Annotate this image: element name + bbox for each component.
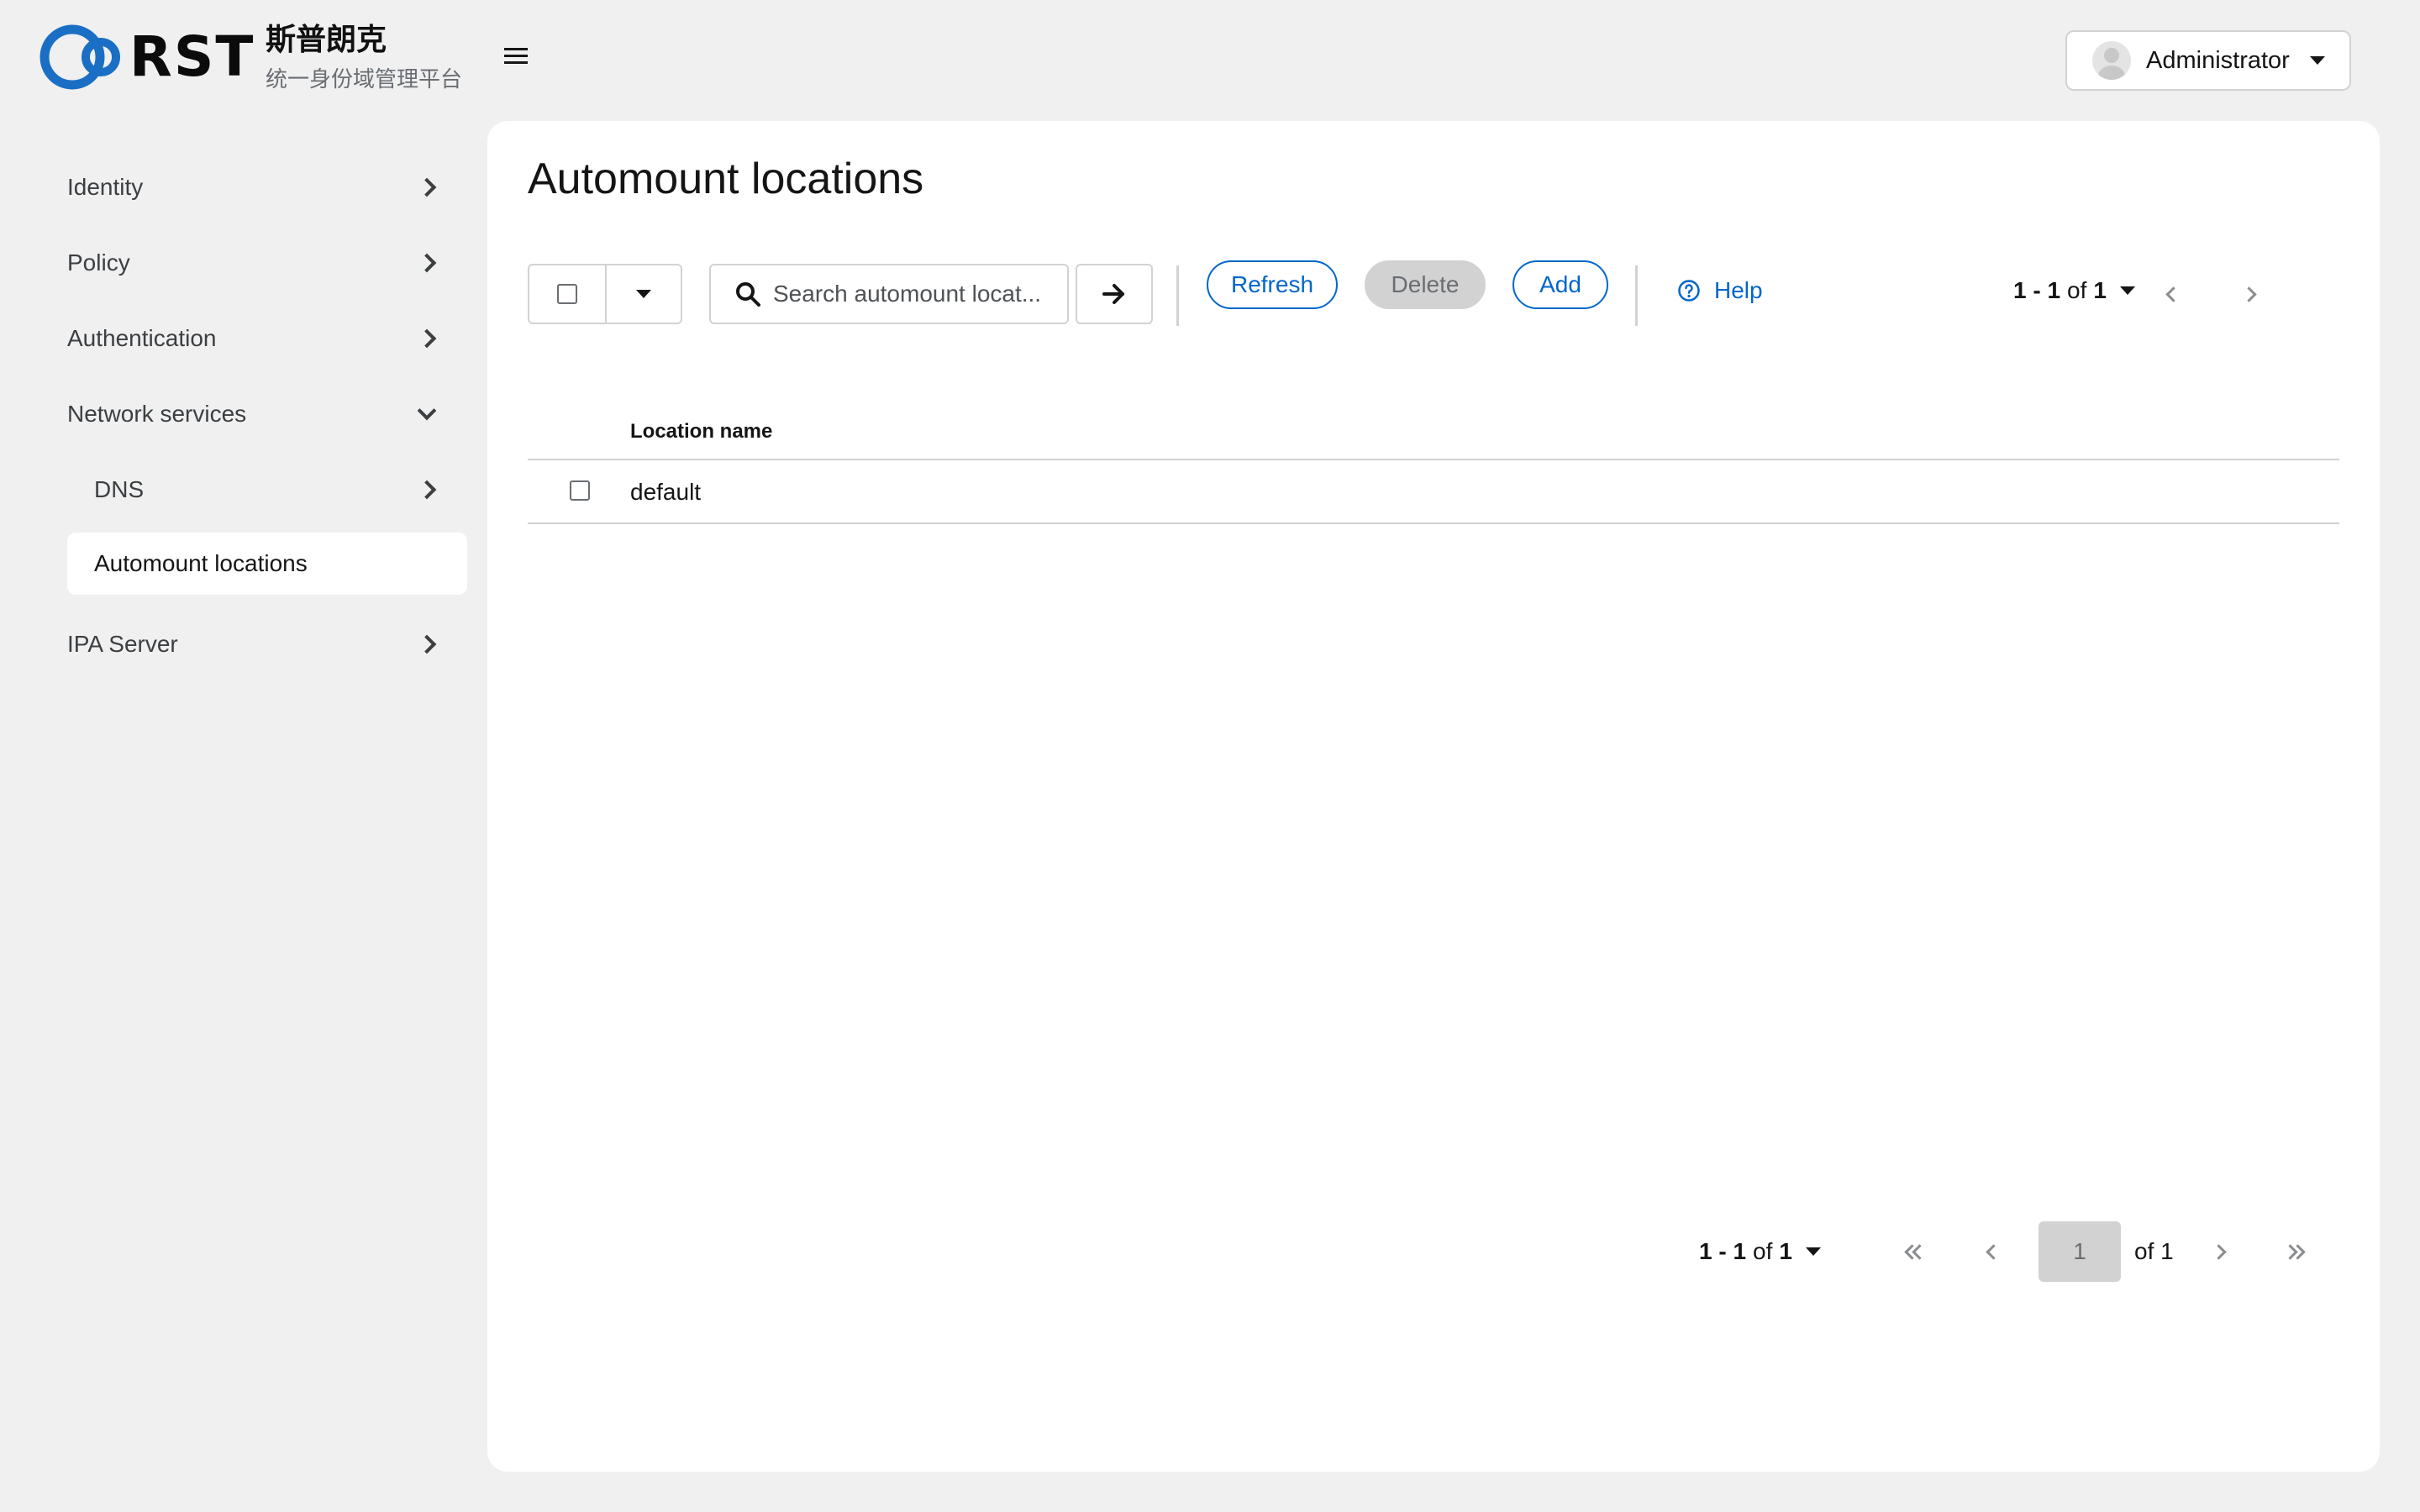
pager-of: of bbox=[2067, 277, 2087, 303]
toolbar-divider bbox=[1635, 265, 1638, 326]
pager-total: 1 bbox=[2093, 277, 2107, 303]
next-page-button[interactable] bbox=[2203, 1236, 2233, 1267]
caret-down-icon bbox=[2309, 56, 2325, 65]
chevron-right-icon bbox=[417, 177, 437, 197]
chevron-right-icon bbox=[417, 328, 437, 349]
locations-table: Location name default bbox=[528, 403, 2339, 524]
main-content: Automount locations Refresh Dele bbox=[487, 121, 2380, 1472]
search-box bbox=[709, 264, 1069, 324]
page-number-input[interactable]: 1 bbox=[2039, 1221, 2121, 1282]
sidebar-item-dns[interactable]: DNS bbox=[67, 452, 467, 528]
next-page-button[interactable] bbox=[2233, 279, 2264, 309]
sidebar-item-label: Automount locations bbox=[94, 550, 308, 576]
sidebar-item-label: Network services bbox=[67, 401, 247, 427]
page-of-total: of 1 bbox=[2134, 1238, 2174, 1264]
brand-cn-subtitle: 统一身份域管理平台 bbox=[266, 67, 463, 92]
user-name: Administrator bbox=[2146, 46, 2290, 74]
caret-down-icon bbox=[636, 290, 651, 298]
refresh-button[interactable]: Refresh bbox=[1207, 260, 1338, 309]
pager-of: of bbox=[1753, 1238, 1773, 1264]
column-header-location-name[interactable]: Location name bbox=[630, 420, 772, 444]
arrow-right-icon bbox=[1102, 284, 1124, 304]
pager-range: 1 - 1 bbox=[1699, 1238, 1747, 1264]
brand-name: RST bbox=[129, 24, 255, 89]
search-submit-button[interactable] bbox=[1076, 264, 1153, 324]
bulk-select bbox=[528, 264, 682, 324]
help-label: Help bbox=[1714, 277, 1763, 303]
pager-total: 1 bbox=[1779, 1238, 1792, 1264]
chevron-right-icon bbox=[2240, 286, 2257, 302]
chevron-down-icon bbox=[417, 401, 437, 421]
chevron-right-icon bbox=[417, 480, 437, 500]
location-name-link[interactable]: default bbox=[630, 479, 701, 506]
sidebar-item-ipa-server[interactable]: IPA Server bbox=[67, 606, 467, 682]
pagination-toggle-bottom[interactable]: 1 - 1 of 1 bbox=[1699, 1238, 1821, 1265]
help-icon bbox=[1678, 280, 1700, 302]
double-chevron-right-icon bbox=[2282, 1243, 2306, 1260]
sidebar-item-policy[interactable]: Policy bbox=[67, 225, 467, 301]
chevron-right-icon bbox=[2210, 1243, 2227, 1260]
chevron-left-icon bbox=[2165, 286, 2181, 302]
caret-down-icon bbox=[2119, 286, 2135, 295]
sidebar-item-label: Identity bbox=[67, 174, 144, 200]
previous-page-button[interactable] bbox=[2158, 279, 2188, 309]
sidebar-item-label: Authentication bbox=[67, 325, 217, 351]
sidebar-item-network-services[interactable]: Network services bbox=[67, 376, 467, 452]
bulk-select-dropdown[interactable] bbox=[607, 265, 681, 323]
help-link[interactable]: Help bbox=[1677, 277, 1763, 304]
toolbar: Refresh Delete Add Help 1 - 1 of 1 bbox=[528, 260, 2339, 326]
brand-cn-title: 斯普朗克 bbox=[266, 23, 387, 57]
row-checkbox[interactable] bbox=[570, 480, 590, 501]
user-menu-toggle[interactable]: Administrator bbox=[2065, 30, 2351, 91]
delete-button[interactable]: Delete bbox=[1365, 260, 1486, 309]
chevron-right-icon bbox=[417, 634, 437, 654]
double-chevron-left-icon bbox=[1904, 1243, 1928, 1260]
table-row: default bbox=[528, 460, 2339, 524]
pagination-toggle-top[interactable]: 1 - 1 of 1 bbox=[2013, 277, 2135, 304]
add-button[interactable]: Add bbox=[1512, 260, 1608, 309]
page-title: Automount locations bbox=[528, 155, 924, 203]
last-page-button[interactable] bbox=[2279, 1236, 2309, 1267]
sidebar-item-label: IPA Server bbox=[67, 631, 178, 657]
bulk-select-checkbox[interactable] bbox=[529, 265, 607, 323]
sidebar-item-label: Policy bbox=[67, 249, 130, 276]
sidebar-item-identity[interactable]: Identity bbox=[67, 150, 467, 225]
search-icon bbox=[736, 282, 760, 307]
caret-down-icon bbox=[1805, 1247, 1821, 1256]
search-input[interactable] bbox=[771, 280, 1052, 308]
table-header: Location name bbox=[528, 403, 2339, 460]
hamburger-icon[interactable] bbox=[504, 44, 528, 69]
avatar-icon bbox=[2092, 41, 2131, 80]
sidebar-item-authentication[interactable]: Authentication bbox=[67, 301, 467, 376]
brand-cn: 斯普朗克 统一身份域管理平台 bbox=[266, 20, 462, 94]
sidebar-nav: Identity Policy Authentication Network s… bbox=[67, 150, 467, 682]
sidebar-item-automount-locations[interactable]: Automount locations bbox=[67, 533, 467, 595]
sidebar-item-label: DNS bbox=[94, 476, 145, 502]
pager-range: 1 - 1 bbox=[2013, 277, 2061, 303]
chevron-right-icon bbox=[417, 253, 437, 273]
first-page-button[interactable] bbox=[1901, 1236, 1931, 1267]
toolbar-divider bbox=[1176, 265, 1179, 326]
logo-mark-icon bbox=[39, 24, 120, 90]
checkbox[interactable] bbox=[557, 284, 577, 304]
brand-logo[interactable]: RST 斯普朗克 统一身份域管理平台 bbox=[39, 22, 462, 92]
previous-page-button[interactable] bbox=[1978, 1236, 2008, 1267]
chevron-left-icon bbox=[1985, 1243, 2002, 1260]
